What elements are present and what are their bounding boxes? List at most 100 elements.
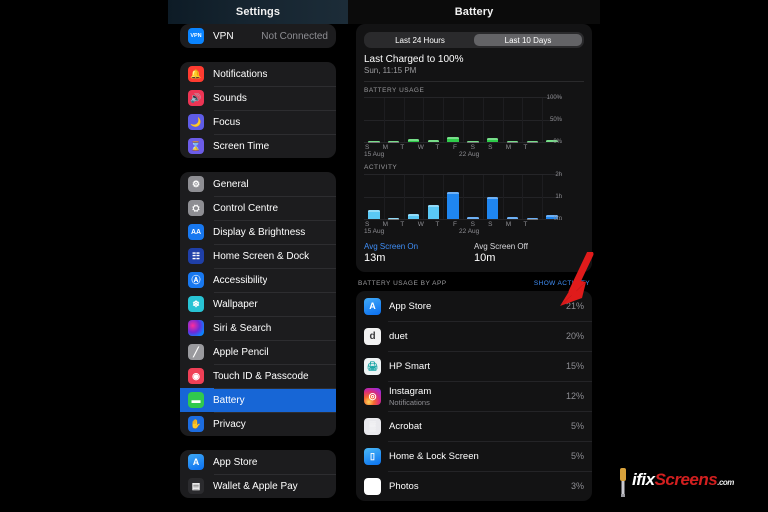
app-battery-percent: 15% (565, 361, 584, 371)
chart-bar (407, 214, 420, 219)
chart-bar-cell (364, 98, 384, 143)
sidebar-item-wallet-apple-pay[interactable]: ▤ Wallet & Apple Pay (180, 474, 336, 498)
app-name: duet (389, 330, 408, 342)
sidebar-item-home-screen-dock[interactable]: ☷ Home Screen & Dock (180, 244, 336, 268)
notifications-icon: 🔔 (188, 66, 204, 82)
last-charged-time: Sun, 11:15 PM (364, 66, 417, 75)
avg-screen-off-value: 10m (474, 252, 496, 264)
show-activity-button[interactable]: SHOW ACTIVITY (534, 280, 590, 287)
sidebar-item-screen-time[interactable]: ⌛ Screen Time (180, 134, 336, 158)
chart-bar-cell (463, 98, 483, 143)
chart-bar (486, 137, 499, 142)
sidebar-group-alerts: 🔔 Notifications 🔊 Sounds 🌙 Focus ⌛ Scree… (180, 62, 336, 158)
sidebar-item-touch-id-passcode[interactable]: ◉ Touch ID & Passcode (180, 364, 336, 388)
activity-date-labels: 15 Aug 22 Aug (364, 228, 562, 237)
chart-bar (368, 209, 380, 219)
navigation-bars: Settings Battery (168, 0, 600, 24)
sidebar-item-label: Accessibility (213, 274, 268, 286)
touch-id-passcode-icon: ◉ (188, 368, 204, 384)
duet-icon: d (364, 327, 381, 345)
wallet-apple-pay-icon: ▤ (188, 478, 204, 494)
chart-bar-cell (522, 98, 542, 144)
instagram-icon: ◎ (364, 387, 381, 405)
sidebar-item-label: Wallpaper (213, 298, 258, 310)
avg-screen-on[interactable]: Avg Screen On 13m (364, 242, 474, 264)
sidebar-item-privacy[interactable]: ✋ Privacy (180, 412, 336, 436)
time-range-segmented-control[interactable]: Last 24 Hours Last 10 Days (364, 32, 584, 48)
sidebar-item-label: Home Screen & Dock (213, 250, 310, 262)
activity-chart: 2h 1h 0m S M T W T F S S M T 15 Aug 22 Aug (364, 172, 584, 237)
sidebar-item-battery[interactable]: ▬ Battery (180, 388, 336, 412)
sidebar-item-focus[interactable]: 🌙 Focus (180, 110, 336, 134)
chart-bar (427, 139, 440, 142)
xtick-label: T (523, 221, 528, 228)
display-brightness-icon: AA (188, 224, 204, 240)
sidebar-group-system: ⚙ General ⛭ Control Centre AA Display & … (180, 172, 336, 436)
vpn-status-value: Not Connected (261, 30, 328, 42)
app-name: Home & Lock Screen (389, 450, 479, 462)
chart-bar-cell (404, 175, 424, 219)
sidebar-item-label: Focus (213, 116, 241, 128)
xtick-label: T (435, 221, 440, 228)
xtick-label: M (505, 144, 512, 151)
chart-bar-cell (483, 98, 503, 142)
battery-icon: ▬ (188, 392, 204, 408)
average-screen-row: Avg Screen On 13m Avg Screen Off 10m (364, 242, 584, 264)
ytick-label: 100% (546, 95, 562, 101)
ytick-label: 0m (553, 216, 562, 222)
sidebar-item-general[interactable]: ⚙ General (180, 172, 336, 196)
app-battery-percent: 5% (570, 451, 584, 461)
xtick-label: M (382, 144, 389, 151)
chart-bar (467, 140, 479, 143)
detail-nav-bar: Battery (348, 0, 600, 24)
accessibility-icon: Ⓐ (188, 272, 204, 288)
sidebar-item-app-store[interactable]: A App Store (180, 450, 336, 474)
chart-bar-cell (483, 175, 503, 219)
sidebar-item-notifications[interactable]: 🔔 Notifications (180, 62, 336, 86)
app-usage-row[interactable]: A App Store 21% (356, 291, 592, 321)
sidebar-group-store: A App Store ▤ Wallet & Apple Pay (180, 450, 336, 498)
watermark-part-2: Screens (654, 470, 718, 489)
battery-usage-xaxis: SMTWTFSSMT (364, 144, 562, 151)
battery-app-list[interactable]: A App Store 21% d duet 20% 🖨 HP Smart 15% ◎ Instag… (356, 291, 592, 501)
screen-time-icon: ⌛ (188, 138, 204, 154)
segment-last-24-hours[interactable]: Last 24 Hours (366, 34, 474, 46)
sidebar-item-vpn[interactable]: VPN VPN Not Connected (180, 24, 336, 48)
sidebar-item-sounds[interactable]: 🔊 Sounds (180, 86, 336, 110)
focus-icon: 🌙 (188, 114, 204, 130)
sidebar-item-label: App Store (213, 456, 258, 468)
hp-smart-icon: 🖨 (364, 357, 381, 375)
app-usage-row[interactable]: ◎ Instagram Notifications 12% (356, 381, 592, 411)
screenshot-root: Settings Battery VPN VPN Not Connected 🔔… (0, 0, 768, 512)
photos-icon: ✿ (364, 477, 381, 495)
settings-sidebar[interactable]: VPN VPN Not Connected 🔔 Notifications 🔊 … (168, 24, 348, 512)
app-usage-row[interactable]: ▒ Acrobat 5% (356, 411, 592, 441)
sidebar-item-wallpaper[interactable]: ❄ Wallpaper (180, 292, 336, 316)
sidebar-item-control-centre[interactable]: ⛭ Control Centre (180, 196, 336, 220)
app-usage-row[interactable]: 🖨 HP Smart 15% (356, 351, 592, 381)
sidebar-item-apple-pencil[interactable]: ╱ Apple Pencil (180, 340, 336, 364)
chart-bar (467, 217, 479, 220)
xtick-label: W (417, 221, 424, 228)
battery-usage-chart: 100% 50% 0% S M T W T F S S M T 15 Aug 22 Aug (364, 95, 584, 160)
sidebar-item-siri-search[interactable]: Siri & Search (180, 316, 336, 340)
segment-last-10-days[interactable]: Last 10 Days (474, 34, 582, 46)
sounds-icon: 🔊 (188, 90, 204, 106)
app-name: App Store (389, 300, 432, 312)
chart-bar-cell (423, 175, 443, 219)
app-battery-percent: 12% (565, 391, 584, 401)
avg-screen-on-value: 13m (364, 252, 386, 264)
chart-bar (506, 141, 519, 144)
app-usage-row[interactable]: ▯ Home & Lock Screen 5% (356, 441, 592, 471)
ytick-label: 2h (555, 172, 562, 178)
siri-search-icon (188, 320, 204, 336)
app-usage-row[interactable]: d duet 20% (356, 321, 592, 351)
avg-screen-off[interactable]: Avg Screen Off 10m (474, 242, 584, 264)
date-label: 22 Aug (459, 228, 480, 235)
app-usage-row[interactable]: ✿ Photos 3% (356, 471, 592, 501)
chart-bar (387, 141, 400, 144)
sidebar-item-accessibility[interactable]: Ⓐ Accessibility (180, 268, 336, 292)
date-label: 15 Aug (364, 151, 385, 158)
sidebar-item-display-brightness[interactable]: AA Display & Brightness (180, 220, 336, 244)
watermark-text: ifixScreens.com (632, 470, 734, 490)
